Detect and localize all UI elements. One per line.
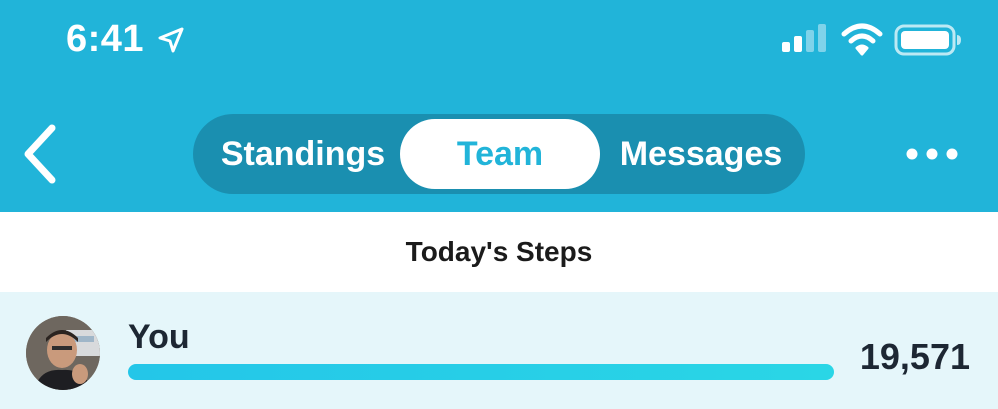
cellular-signal-icon: [782, 24, 826, 52]
battery-icon: [894, 24, 961, 56]
tab-standings[interactable]: Standings: [203, 114, 403, 194]
app-header: 6:41 Standings Team Messages: [0, 0, 998, 212]
tab-team[interactable]: Team: [400, 119, 600, 189]
back-button[interactable]: [16, 122, 66, 186]
steps-progress-bar: [128, 364, 834, 380]
segmented-control: Standings Team Messages: [193, 114, 805, 194]
status-time: 6:41: [66, 18, 145, 60]
tab-messages[interactable]: Messages: [603, 114, 799, 194]
step-count: 19,571: [859, 336, 970, 377]
member-name: You: [128, 318, 190, 356]
more-options-button[interactable]: [904, 142, 960, 166]
steps-progress-fill: [128, 364, 834, 380]
location-arrow-icon: [158, 27, 184, 53]
leaderboard-row[interactable]: You 19,571: [0, 292, 998, 409]
avatar: [26, 316, 100, 390]
section-title: Today's Steps: [0, 212, 998, 292]
wifi-icon: [841, 23, 883, 56]
